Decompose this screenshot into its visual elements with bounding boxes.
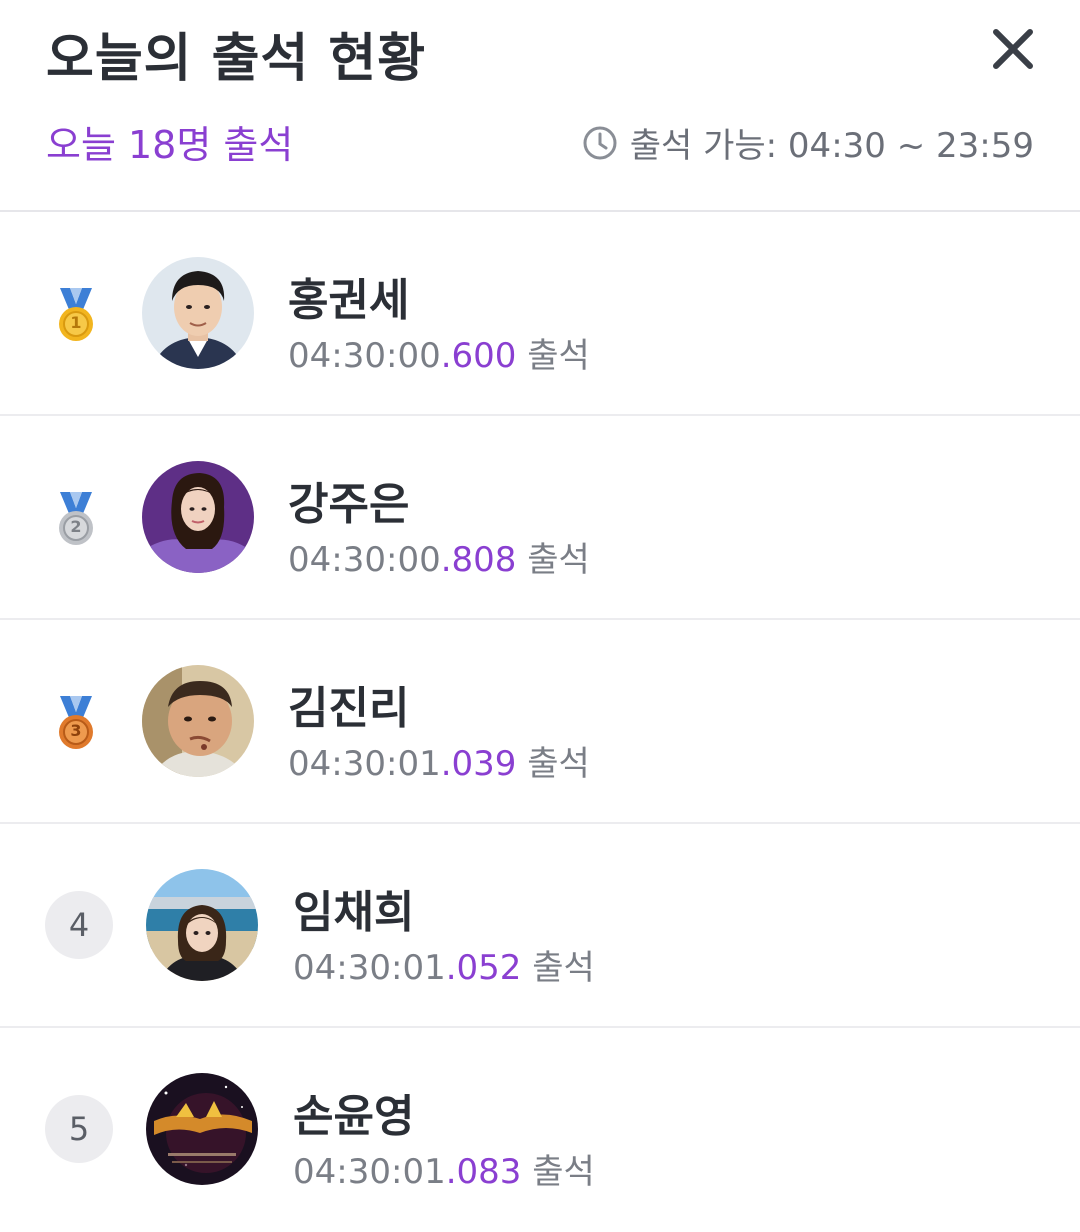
user-name: 임채희 bbox=[293, 887, 415, 938]
rank-badge: 5 bbox=[45, 1095, 113, 1163]
list-item[interactable]: 2 강주은 04:30:00.808 출석 bbox=[0, 416, 1080, 620]
rank-badge: 4 bbox=[45, 891, 113, 959]
avatar bbox=[146, 1073, 258, 1185]
list-item[interactable]: 3 김진리 04:30:01.039 출석 bbox=[0, 620, 1080, 824]
close-button[interactable] bbox=[990, 26, 1036, 72]
user-name: 김진리 bbox=[288, 683, 410, 734]
user-name: 홍권세 bbox=[288, 275, 410, 326]
avatar bbox=[142, 461, 254, 573]
medal-rank: 1 bbox=[70, 313, 82, 332]
avatar bbox=[146, 869, 258, 981]
medal-rank: 2 bbox=[70, 517, 82, 536]
avatar bbox=[142, 257, 254, 369]
check-in-time: 04:30:00.600 출석 bbox=[288, 336, 590, 376]
attendance-header: 오늘의 출석 현황 오늘 18명 출석 출석 가능: 04:30 ~ 23:59 bbox=[0, 0, 1080, 212]
user-name: 강주은 bbox=[288, 479, 410, 530]
close-icon bbox=[993, 29, 1033, 69]
silver-medal-icon: 2 bbox=[54, 490, 98, 548]
check-in-time: 04:30:01.052 출석 bbox=[293, 948, 595, 988]
hours-text: 출석 가능: 04:30 ~ 23:59 bbox=[629, 126, 1034, 166]
list-item[interactable]: 1 홍권세 04:30:00.600 출석 bbox=[0, 212, 1080, 416]
page-title: 오늘의 출석 현황 bbox=[46, 29, 427, 89]
check-in-time: 04:30:00.808 출석 bbox=[288, 540, 590, 580]
gold-medal-icon: 1 bbox=[54, 286, 98, 344]
attendance-list: 1 홍권세 04:30:00.600 출석 2 강주은 04:30:00.808… bbox=[0, 212, 1080, 1232]
attendance-count: 오늘 18명 출석 bbox=[46, 123, 294, 167]
clock-icon bbox=[583, 126, 617, 159]
list-item[interactable]: 5 손윤영 04:30:01.083 출석 bbox=[0, 1028, 1080, 1232]
list-item[interactable]: 4 임채희 04:30:01.052 출석 bbox=[0, 824, 1080, 1028]
user-name: 손윤영 bbox=[293, 1091, 415, 1142]
attendance-hours: 출석 가능: 04:30 ~ 23:59 bbox=[582, 118, 1034, 167]
avatar bbox=[142, 665, 254, 777]
check-in-time: 04:30:01.083 출석 bbox=[293, 1152, 595, 1192]
bronze-medal-icon: 3 bbox=[54, 694, 98, 752]
check-in-time: 04:30:01.039 출석 bbox=[288, 744, 590, 784]
medal-rank: 3 bbox=[70, 721, 82, 740]
